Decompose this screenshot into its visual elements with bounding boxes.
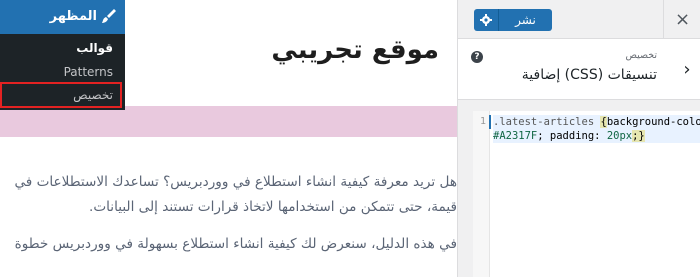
customizer-panel: نشر × ? تخصيص تنسيقات (CSS) إضافية › 1 .… xyxy=(457,0,700,277)
brush-icon xyxy=(102,9,116,23)
text-cursor xyxy=(489,115,491,129)
css-property: background-color: xyxy=(606,116,700,128)
section-breadcrumb: تخصيص xyxy=(625,50,657,61)
css-value: 20px xyxy=(606,130,633,142)
css-code-editor[interactable]: 1 .latest-articles {background-color: #A… xyxy=(473,111,700,277)
site-title[interactable]: موقع تجريبي xyxy=(271,35,439,65)
menu-item-themes[interactable]: قوالب xyxy=(76,41,113,55)
appearance-label: المظهر xyxy=(49,9,97,24)
menu-item-patterns[interactable]: Patterns xyxy=(64,65,113,79)
admin-menu: المظهر قوالب Patterns تخصيص xyxy=(0,0,125,110)
close-brace: ;} xyxy=(632,130,645,142)
paragraph-line: قيمة، حتى تتمكن من استخدامها لاتخاذ قرار… xyxy=(89,199,457,215)
latest-articles-band xyxy=(0,106,457,137)
line-number-gutter: 1 xyxy=(473,111,490,277)
gear-icon[interactable] xyxy=(474,9,499,31)
css-property: ; padding: xyxy=(537,130,601,142)
css-selector: .latest-articles xyxy=(493,116,595,128)
css-value: #A2317F xyxy=(493,130,538,142)
section-title: تنسيقات (CSS) إضافية xyxy=(521,67,657,83)
code-content[interactable]: .latest-articles {background-color: #A23… xyxy=(493,115,700,143)
publish-label: نشر xyxy=(515,13,536,27)
help-icon[interactable]: ? xyxy=(471,51,483,63)
line-number: 1 xyxy=(479,116,486,127)
paragraph-line: في هذه الدليل، سنعرض لك كيفية انشاء استط… xyxy=(14,236,457,252)
customize-highlight-box xyxy=(0,82,122,108)
publish-button[interactable]: نشر xyxy=(474,9,552,31)
close-icon[interactable]: × xyxy=(663,0,700,38)
customizer-header: نشر × xyxy=(458,0,700,39)
appearance-menu-header[interactable]: المظهر xyxy=(0,0,125,34)
section-header: ? تخصيص تنسيقات (CSS) إضافية › xyxy=(458,39,700,100)
back-chevron-icon[interactable]: › xyxy=(669,39,700,99)
paragraph-line: هل تريد معرفة كيفية انشاء استطلاع في وور… xyxy=(14,174,457,190)
